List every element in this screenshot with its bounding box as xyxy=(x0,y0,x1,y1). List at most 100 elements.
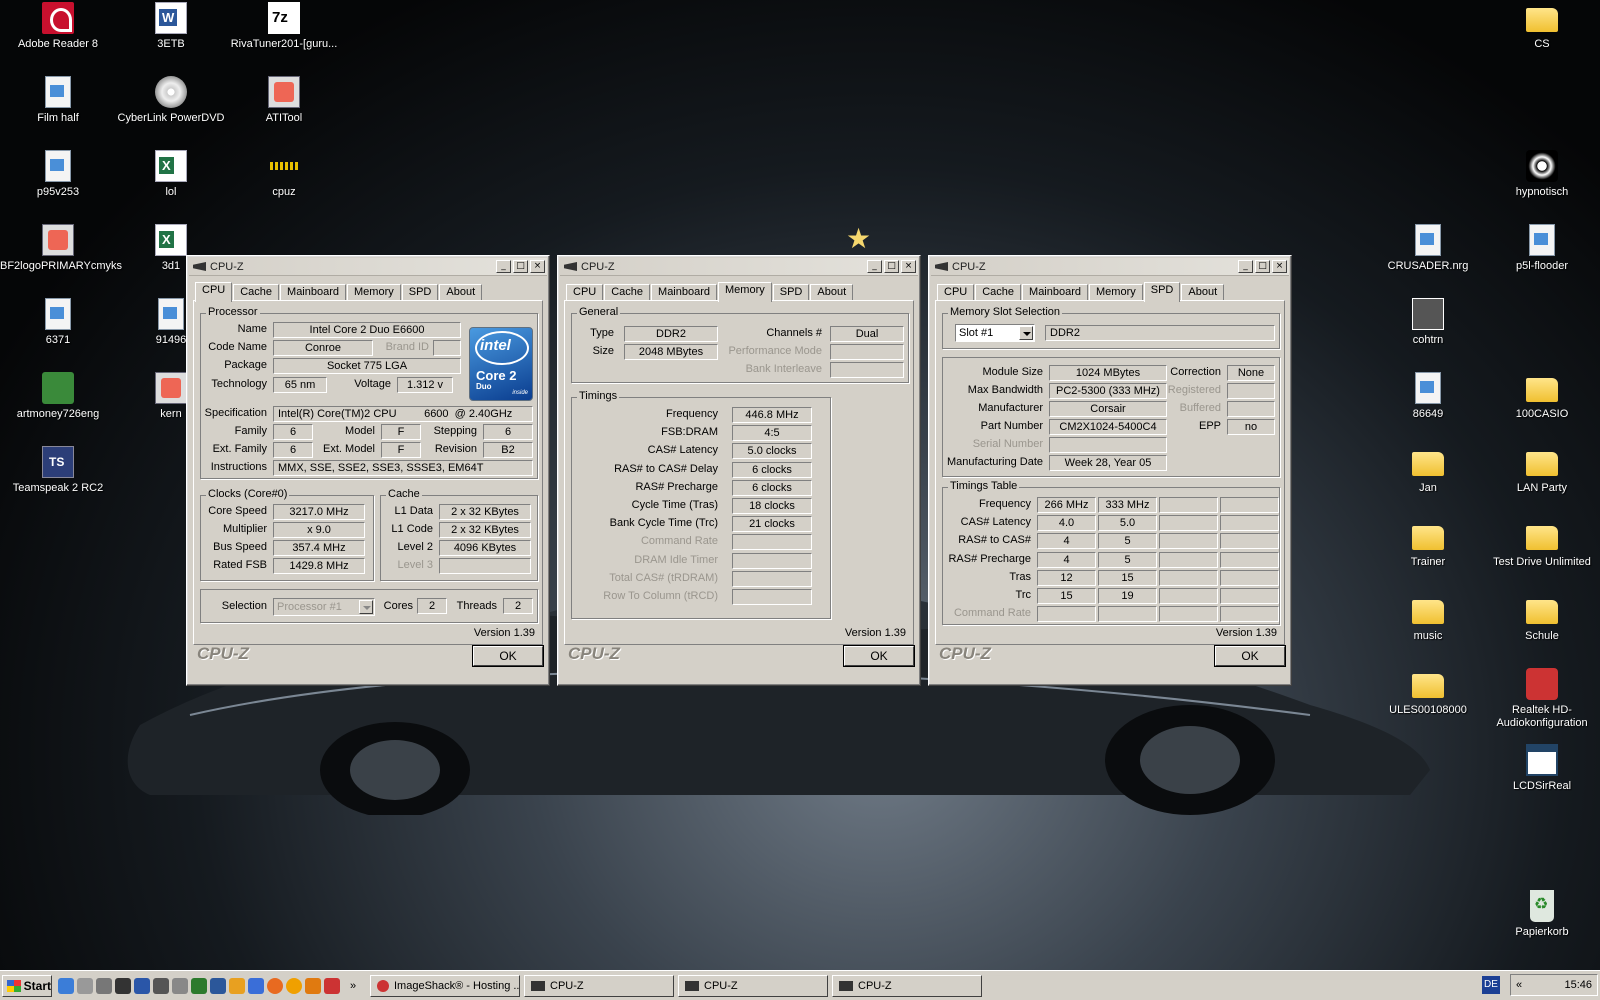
minimize-button[interactable]: _ xyxy=(1238,260,1253,273)
desktop-icon[interactable]: Realtek HD-Audiokonfiguration xyxy=(1484,668,1600,730)
close-button[interactable]: × xyxy=(530,260,545,273)
ie-icon[interactable] xyxy=(58,977,74,994)
app-icon[interactable] xyxy=(96,977,112,994)
tab-mainboard[interactable]: Mainboard xyxy=(280,284,347,301)
app-icon[interactable] xyxy=(77,977,93,994)
taskbar-item-cpuz[interactable]: CPU-Z xyxy=(832,974,982,997)
slot-select[interactable]: Slot #1 xyxy=(955,324,1035,342)
tab-cpu[interactable]: CPU xyxy=(195,282,233,302)
app-icon[interactable] xyxy=(286,977,302,994)
desktop-icon[interactable]: RivaTuner201-[guru... xyxy=(226,2,342,51)
desktop-icon[interactable]: LCDSirReal xyxy=(1484,744,1600,793)
desktop-icon[interactable]: Schule xyxy=(1484,594,1600,643)
tab-spd[interactable]: SPD xyxy=(401,284,439,301)
timing-value xyxy=(732,589,812,605)
desktop-icon[interactable]: CyberLink PowerDVD xyxy=(113,76,229,125)
desktop-icon[interactable]: hypnotisch xyxy=(1484,150,1600,199)
app-icon[interactable] xyxy=(229,977,245,994)
tray-chevron[interactable]: « xyxy=(1516,979,1522,991)
desktop-icon[interactable]: Trainer xyxy=(1370,520,1486,569)
minimize-button[interactable]: _ xyxy=(867,260,882,273)
taskbar-item-cpuz[interactable]: CPU-Z xyxy=(524,974,674,997)
desktop-icon[interactable]: cohtrn xyxy=(1370,298,1486,347)
desktop-icon[interactable]: ATITool xyxy=(226,76,342,125)
desktop-icon[interactable]: Film half xyxy=(0,76,116,125)
itunes-icon[interactable] xyxy=(248,977,264,994)
chevron-down-icon[interactable] xyxy=(359,600,373,614)
desktop-icon[interactable]: 86649 xyxy=(1370,372,1486,421)
title-bar[interactable]: CPU-Z _ □ × xyxy=(189,258,547,276)
desktop-icon[interactable]: p95v253 xyxy=(0,150,116,199)
tab-memory[interactable]: Memory xyxy=(1089,284,1143,301)
desktop-icon[interactable]: 6371 xyxy=(0,298,116,347)
tab-mainboard[interactable]: Mainboard xyxy=(651,284,718,301)
tab-about[interactable]: About xyxy=(439,284,483,301)
tab-spd[interactable]: SPD xyxy=(1143,282,1181,302)
desktop-icon[interactable]: lol xyxy=(113,150,229,199)
tab-spd[interactable]: SPD xyxy=(772,284,810,301)
desktop-icon[interactable]: Test Drive Unlimited xyxy=(1484,520,1600,569)
app-icon[interactable] xyxy=(305,977,321,994)
tab-cache[interactable]: Cache xyxy=(975,284,1022,301)
chevron-down-icon[interactable] xyxy=(1019,326,1033,340)
start-button[interactable]: Start xyxy=(2,974,52,997)
firefox-icon[interactable] xyxy=(267,977,283,994)
tab-about[interactable]: About xyxy=(810,284,854,301)
mfg-date-label: Manufacturing Date xyxy=(947,456,1043,468)
ok-button[interactable]: OK xyxy=(844,646,914,666)
clocks-group-title: Clocks (Core#0) xyxy=(206,488,290,500)
ok-button[interactable]: OK xyxy=(1215,646,1285,666)
desktop-icon[interactable]: 100CASIO xyxy=(1484,372,1600,421)
taskbar-item-cpuz[interactable]: CPU-Z xyxy=(678,974,828,997)
clock[interactable]: 15:46 xyxy=(1564,979,1592,991)
tab-memory[interactable]: Memory xyxy=(718,282,772,302)
tab-cpu[interactable]: CPU xyxy=(566,284,604,301)
desktop-icon[interactable]: Teamspeak 2 RC2 xyxy=(0,446,116,495)
maximize-button[interactable]: □ xyxy=(513,260,528,273)
maximize-button[interactable]: □ xyxy=(1255,260,1270,273)
extfamily-value: 6 xyxy=(273,442,313,458)
tab-cache[interactable]: Cache xyxy=(233,284,280,301)
desktop-icon[interactable]: artmoney726eng xyxy=(0,372,116,421)
desktop-icon[interactable]: Papierkorb xyxy=(1484,890,1600,939)
tab-cache[interactable]: Cache xyxy=(604,284,651,301)
desktop-icon[interactable]: cpuz xyxy=(226,150,342,199)
app-icon[interactable] xyxy=(134,977,150,994)
cpuz-window-memory[interactable]: CPU-Z _ □ × CPU Cache Mainboard Memory S… xyxy=(557,255,921,686)
spd-timing-label: Tras xyxy=(1009,570,1031,583)
desktop-icon[interactable]: CS xyxy=(1484,2,1600,51)
desktop-icon[interactable]: CRUSADER.nrg xyxy=(1370,224,1486,273)
tab-mainboard[interactable]: Mainboard xyxy=(1022,284,1089,301)
quick-launch-chevron[interactable]: » xyxy=(350,980,366,992)
app-icon[interactable] xyxy=(172,977,188,994)
max-bandwidth-label: Max Bandwidth xyxy=(967,384,1043,396)
app-icon[interactable] xyxy=(115,977,131,994)
tab-about[interactable]: About xyxy=(1181,284,1225,301)
desktop-icon[interactable]: Jan xyxy=(1370,446,1486,495)
processor-select[interactable]: Processor #1 xyxy=(273,598,375,616)
tab-cpu[interactable]: CPU xyxy=(937,284,975,301)
ok-button[interactable]: OK xyxy=(473,646,543,666)
ati-tool-icon[interactable] xyxy=(324,977,340,994)
taskbar-item-imageshack[interactable]: ImageShack® - Hosting ... xyxy=(370,974,520,997)
desktop-icon[interactable]: 3ETB xyxy=(113,2,229,51)
title-bar[interactable]: CPU-Z _ □ × xyxy=(560,258,918,276)
desktop-icon[interactable]: LAN Party xyxy=(1484,446,1600,495)
close-button[interactable]: × xyxy=(1272,260,1287,273)
minimize-button[interactable]: _ xyxy=(496,260,511,273)
desktop-icon[interactable]: ULES00108000 xyxy=(1370,668,1486,717)
language-indicator[interactable]: DE xyxy=(1482,976,1500,994)
desktop-icon[interactable]: p5l-flooder xyxy=(1484,224,1600,273)
close-button[interactable]: × xyxy=(901,260,916,273)
maximize-button[interactable]: □ xyxy=(884,260,899,273)
title-bar[interactable]: CPU-Z _ □ × xyxy=(931,258,1289,276)
desktop-icon[interactable]: BF2logoPRIMARYcmyks xyxy=(0,224,122,273)
app-icon[interactable] xyxy=(153,977,169,994)
tab-memory[interactable]: Memory xyxy=(347,284,401,301)
app-icon[interactable] xyxy=(191,977,207,994)
word-icon[interactable] xyxy=(210,977,226,994)
desktop-icon[interactable]: Adobe Reader 8 xyxy=(0,2,116,51)
desktop-icon[interactable]: music xyxy=(1370,594,1486,643)
cpuz-window-cpu[interactable]: CPU-Z _ □ × CPU Cache Mainboard Memory S… xyxy=(186,255,550,686)
cpuz-window-spd[interactable]: CPU-Z _ □ × CPU Cache Mainboard Memory S… xyxy=(928,255,1292,686)
